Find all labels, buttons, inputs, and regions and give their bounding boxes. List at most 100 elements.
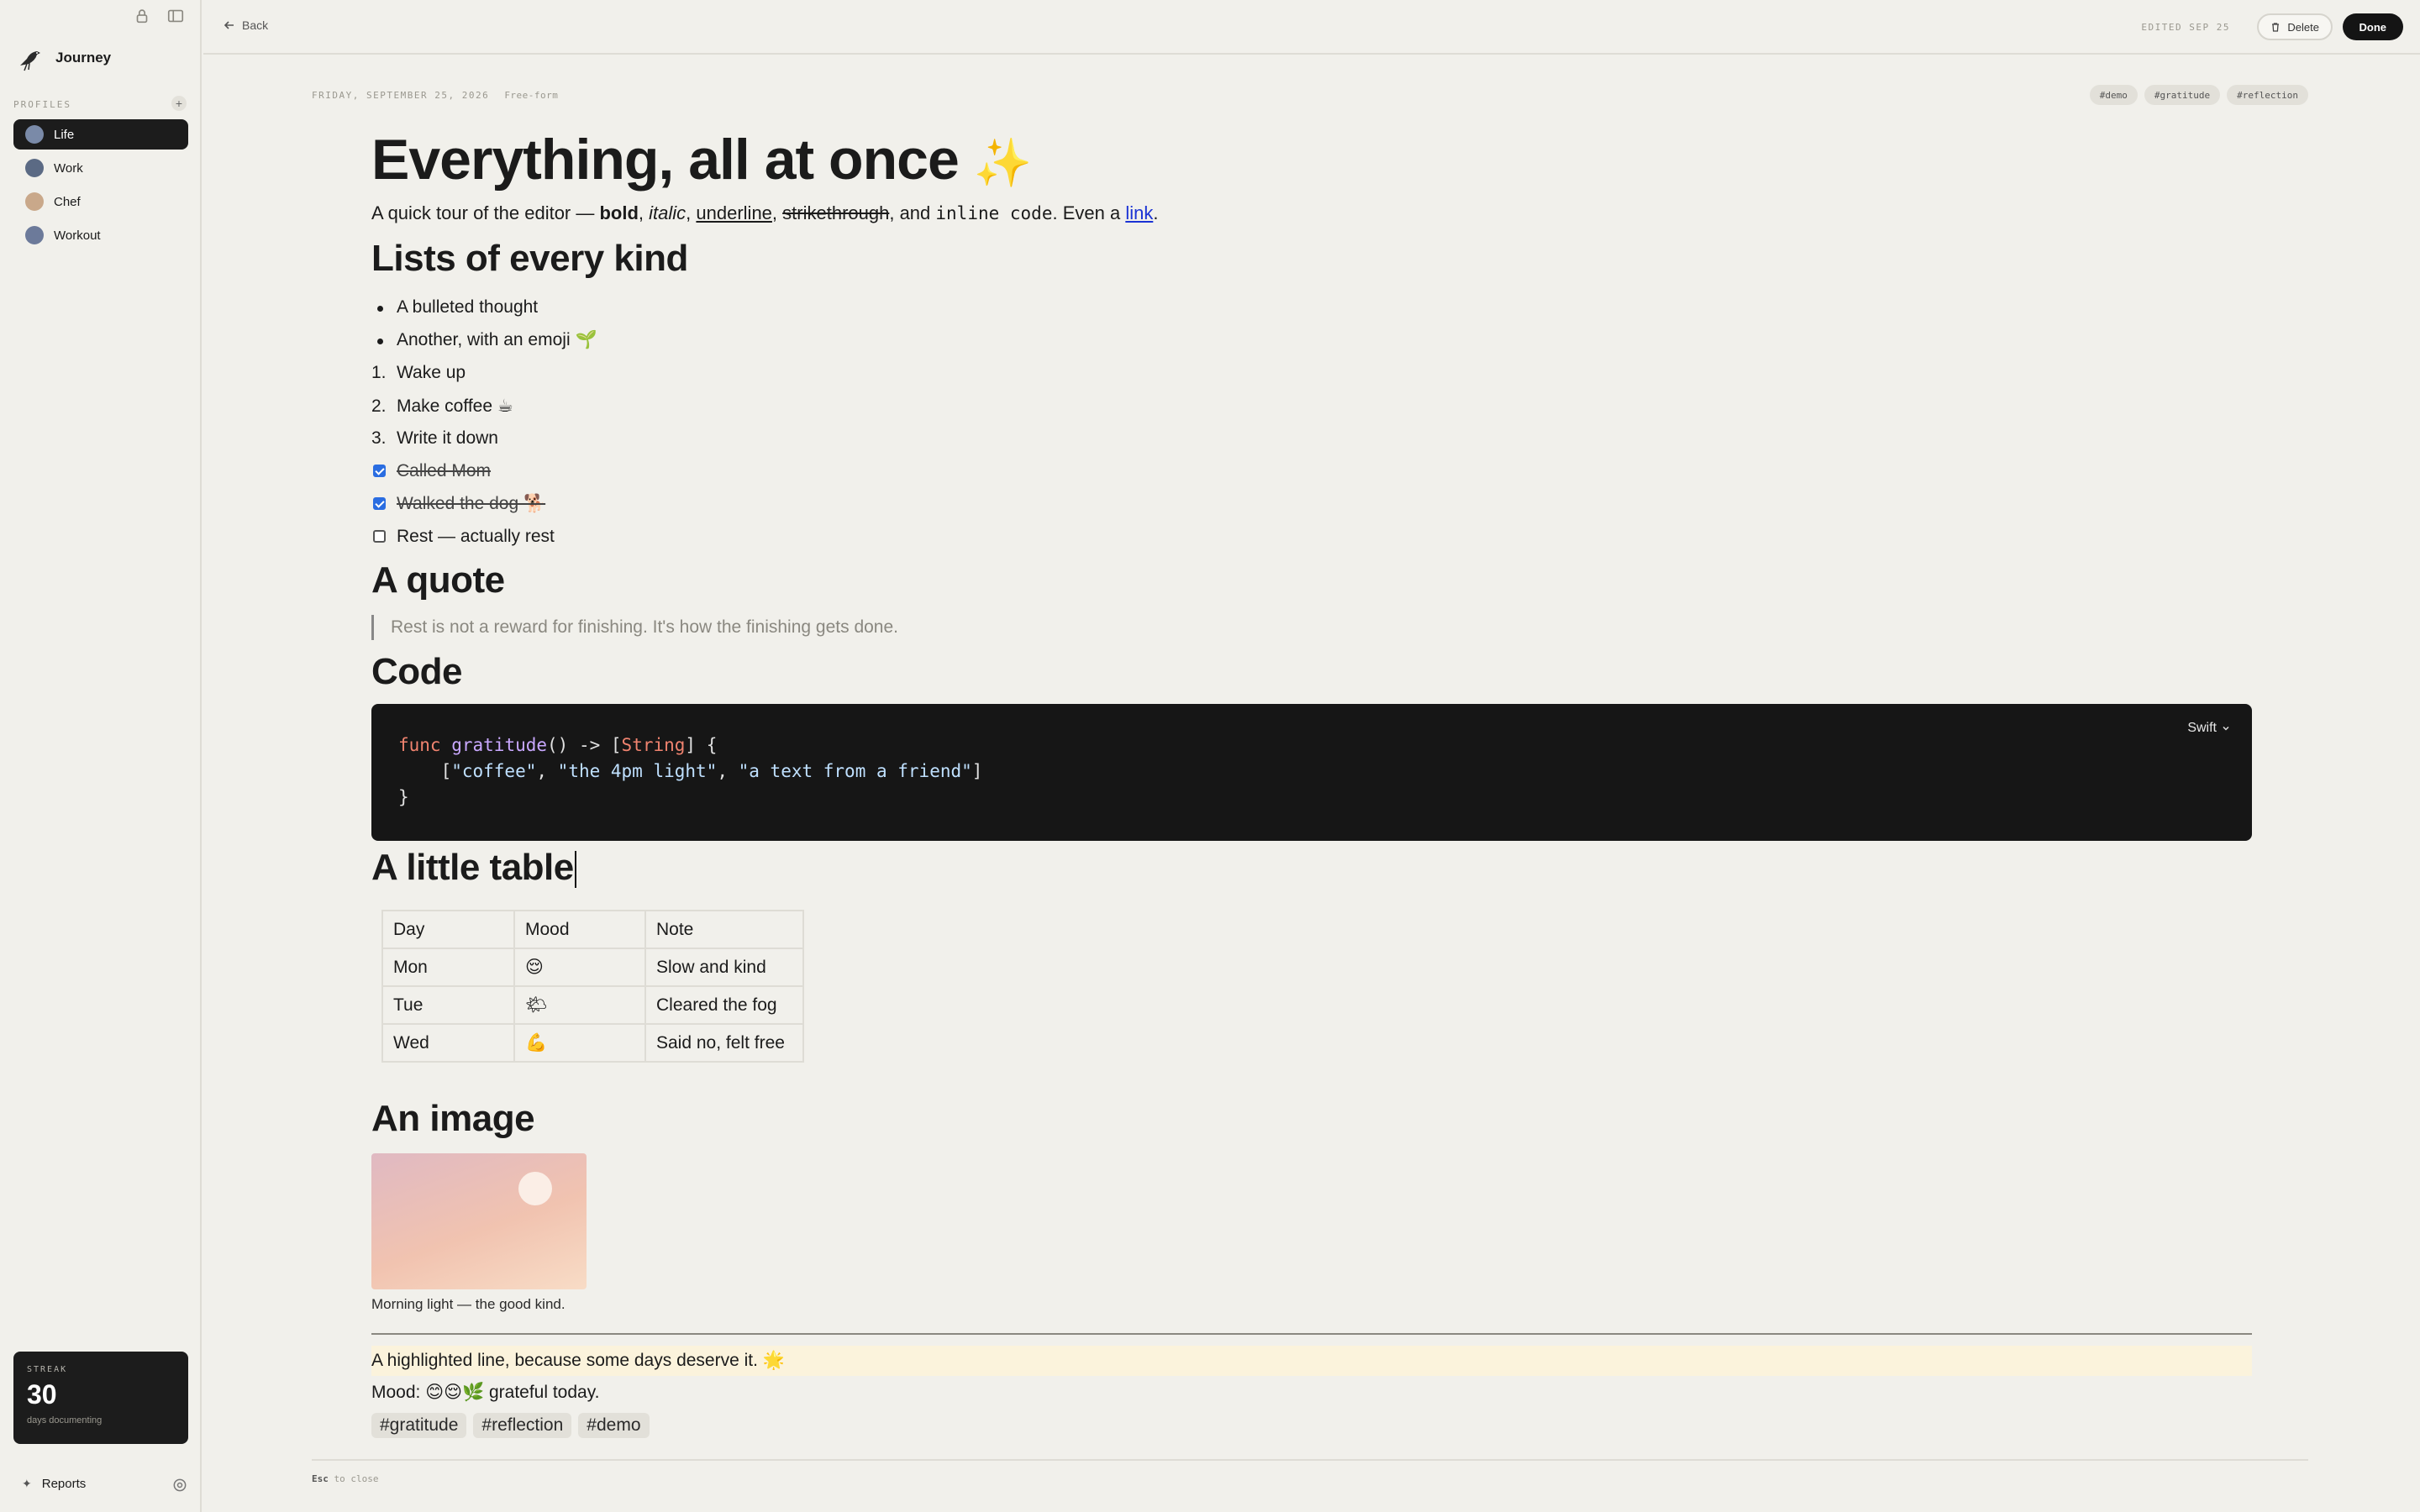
profile-item-chef[interactable]: Chef [13,186,188,217]
list-item-text: A bulleted thought [397,297,539,317]
trash-icon [2272,23,2280,32]
list-item: A bulleted thought [377,297,539,318]
sep: , [686,202,697,223]
document-area: FRIDAY, SEPTEMBER 25, 2026 Free-form #de… [203,55,2420,1512]
list-number: 1. [371,363,387,382]
entry-tags: #demo #gratitude #reflection [2089,85,2308,105]
tag-reflection[interactable]: #reflection [2227,85,2308,105]
esc-hint: Esc to close [312,1473,378,1484]
table-cell[interactable]: Slow and kind [644,948,804,987]
sidebar-toolbar [133,7,185,25]
reports-button[interactable]: ✦ Reports [22,1477,86,1491]
heading-table-text: A little table [371,847,574,888]
todo-checkbox[interactable] [373,465,386,477]
code-text: func gratitude() -> [String] { ["coffee"… [398,732,982,811]
list-item-text: Wake up [397,363,466,382]
table-header-row: Day Mood Note [381,910,804,949]
table-cell[interactable]: Tue [381,985,515,1025]
list-item: 1. Wake up [371,363,466,383]
inline-tag-demo[interactable]: #demo [578,1413,650,1438]
esc-key: Esc [312,1473,329,1484]
code-token: "the 4pm light" [557,761,718,781]
table-row: Wed 💪 Said no, felt free [381,1023,804,1063]
entry-title[interactable]: Everything, all at once ✨ [371,127,1033,192]
code-token: String [621,735,686,755]
strike-text: strikethrough [782,202,890,223]
table-cell[interactable]: Wed [381,1023,515,1063]
arrow-left-icon [224,21,234,29]
table-cell[interactable]: 😌 [513,948,646,987]
intro-and: , and [889,202,936,223]
entry-date: FRIDAY, SEPTEMBER 25, 2026 [312,90,490,101]
code-token: "coffee" [451,761,537,781]
entry-mode[interactable]: Free-form [504,90,558,101]
mood-table[interactable]: Day Mood Note Mon 😌 Slow and kind Tue 🌤 … [381,910,804,1063]
avatar [25,192,44,211]
add-profile-button[interactable]: + [171,96,187,111]
list-number: 3. [371,428,387,448]
table-cell[interactable]: Cleared the fog [644,985,804,1025]
heading-table: A little table [371,847,576,889]
back-label: Back [242,18,269,32]
delete-button[interactable]: Delete [2257,13,2333,40]
heading-image: An image [371,1098,535,1139]
code-token: ] [971,761,983,781]
streak-value: 30 [27,1379,57,1410]
tag-gratitude[interactable]: #gratitude [2144,85,2221,105]
profile-label: Work [54,160,83,176]
back-button[interactable]: Back [224,18,268,32]
avatar [25,125,44,144]
lock-icon[interactable] [133,7,151,25]
table-cell[interactable]: Mood [513,910,646,949]
embedded-image[interactable] [371,1153,587,1289]
todo-checkbox[interactable] [373,497,386,510]
todo-text: Rest — actually rest [397,527,555,546]
code-language-select[interactable]: Swift [2187,721,2230,736]
table-cell[interactable]: Mon [381,948,515,987]
intro-paragraph: A quick tour of the editor — bold, itali… [371,202,1158,224]
esc-text: to close [328,1473,379,1484]
profile-item-workout[interactable]: Workout [13,220,188,250]
profile-item-life[interactable]: Life [13,119,188,150]
bullet-dot [377,306,383,312]
intro-lead: A quick tour of the editor — [371,202,600,223]
profile-label: Life [54,127,75,142]
list-item-text: Write it down [397,428,498,448]
todo-text: Called Mom [397,461,492,480]
table-row: Mon 😌 Slow and kind [381,948,804,987]
avatar [25,159,44,177]
todo-checkbox[interactable] [373,530,386,543]
inline-code: inline code [935,203,1053,223]
profile-list: Life Work Chef Workout [13,119,188,254]
title-text: Everything, all at once [371,128,960,192]
chevron-down-icon [2223,726,2229,731]
heading-code: Code [371,651,463,692]
todo-item: Rest — actually rest [373,527,555,547]
table-cell[interactable]: Said no, felt free [644,1023,804,1063]
entry-date-line: FRIDAY, SEPTEMBER 25, 2026 Free-form [312,90,558,101]
inline-tag-gratitude[interactable]: #gratitude [371,1413,467,1438]
sparkles-emoji: ✨ [973,136,1033,189]
table-cell[interactable]: 💪 [513,1023,646,1063]
profile-label: Chef [54,194,81,209]
inline-link[interactable]: link [1125,202,1153,223]
sep: , [638,202,650,223]
inline-tag-reflection[interactable]: #reflection [473,1413,572,1438]
sparkle-icon: ✦ [22,1477,32,1490]
table-cell[interactable]: 🌤 [513,985,646,1025]
tag-demo[interactable]: #demo [2089,85,2138,105]
code-token: func [398,735,441,755]
list-item-text: Make coffee ☕ [397,396,513,416]
profile-item-work[interactable]: Work [13,153,188,183]
table-cell[interactable]: Note [644,910,804,949]
sidebar-toggle-icon[interactable] [166,7,185,25]
table-cell[interactable]: Day [381,910,515,949]
text-caret [574,851,576,889]
avatar [25,226,44,244]
done-button[interactable]: Done [2342,13,2403,40]
mood-line: Mood: 😊😌🌿 grateful today. [371,1383,600,1402]
code-block[interactable]: Swift func gratitude() -> [String] { ["c… [371,704,2252,841]
edited-timestamp: EDITED SEP 25 [2141,22,2230,33]
app-brand[interactable]: Journey [15,44,111,72]
gear-icon[interactable] [171,1477,188,1494]
